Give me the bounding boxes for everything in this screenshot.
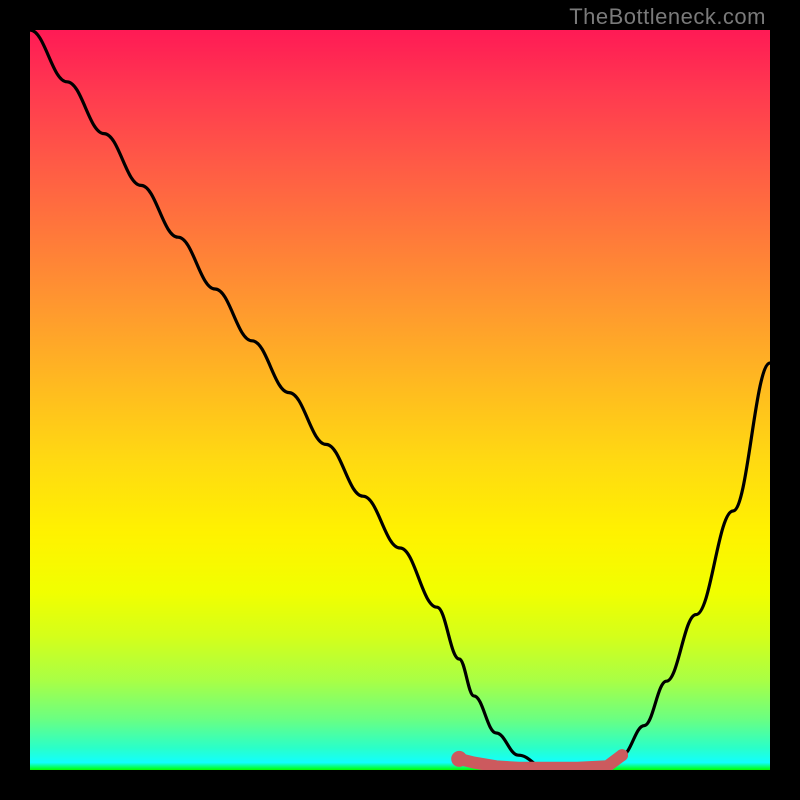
chart-frame: TheBottleneck.com [0, 0, 800, 800]
highlight-band [451, 749, 628, 768]
highlight-band-dot [451, 751, 467, 767]
plot-svg [30, 30, 770, 770]
watermark-text: TheBottleneck.com [569, 4, 766, 30]
plot-area [30, 30, 770, 770]
highlight-band-dot [616, 749, 628, 761]
bottleneck-curve [30, 30, 770, 770]
highlight-band-segment [459, 755, 622, 768]
